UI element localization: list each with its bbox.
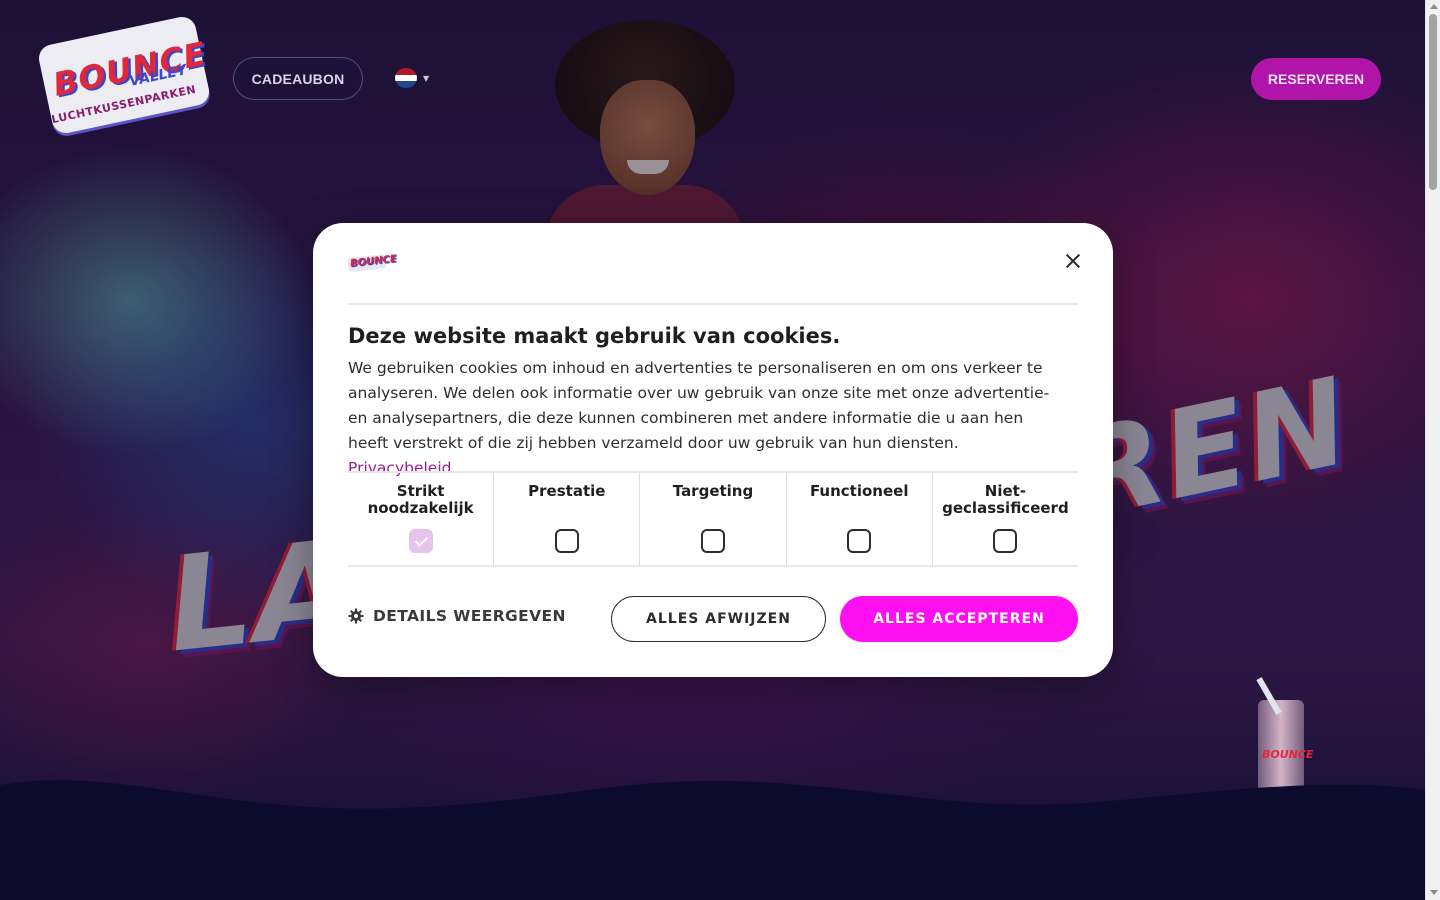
scroll-down-icon[interactable] (1430, 890, 1438, 895)
dialog-divider (348, 303, 1078, 305)
checkbox-performance[interactable] (554, 529, 579, 553)
accept-all-button[interactable]: ALLES ACCEPTEREN (840, 596, 1078, 642)
hero-wave-divider (0, 780, 1425, 900)
reserve-button[interactable]: RESERVEREN (1251, 58, 1381, 100)
scroll-up-icon[interactable] (1430, 4, 1438, 9)
checkbox-functional[interactable] (847, 529, 872, 553)
gear-icon (348, 608, 364, 624)
cookie-consent-dialog: BOUNCE Deze website maakt gebruik van co… (313, 223, 1113, 677)
category-label: Strikt noodzakelijk (367, 482, 474, 517)
checkbox-strictly-necessary (408, 529, 433, 553)
reject-all-button[interactable]: ALLES AFWIJZEN (611, 596, 826, 642)
chevron-down-icon: ▼ (423, 73, 430, 83)
category-label: Targeting (672, 482, 754, 500)
scrollbar-thumb[interactable] (1429, 14, 1437, 190)
cup-logo-text: BOUNCE (1262, 748, 1314, 761)
nl-flag-icon (395, 68, 417, 88)
show-details-button[interactable]: DETAILS WEERGEVEN (348, 607, 566, 625)
bounce-valley-logo[interactable]: BOUNCE VALLEY LUCHTKUSSENPARKEN (36, 14, 212, 136)
language-selector[interactable]: ▼ (395, 67, 440, 89)
dialog-title: Deze website maakt gebruik van cookies. (348, 324, 841, 348)
category-unclassified: Niet-geclassificeerd (933, 473, 1078, 565)
gift-card-button[interactable]: CADEAUBON (233, 57, 363, 100)
category-targeting: Targeting (640, 473, 787, 565)
dialog-body-text: We gebruiken cookies om inhoud en advert… (348, 359, 1050, 452)
dialog-description: We gebruiken cookies om inhoud en advert… (348, 356, 1063, 481)
category-label: Prestatie (528, 482, 606, 500)
checkbox-unclassified[interactable] (993, 529, 1018, 553)
show-details-label: DETAILS WEERGEVEN (373, 607, 566, 625)
category-performance: Prestatie (494, 473, 641, 565)
cookie-categories: Strikt noodzakelijk Prestatie Targeting … (348, 471, 1078, 567)
category-functional: Functioneel (787, 473, 933, 565)
category-label: Functioneel (809, 482, 909, 500)
checkbox-targeting[interactable] (701, 529, 725, 553)
dialog-logo: BOUNCE (347, 254, 397, 272)
close-icon[interactable] (1065, 253, 1081, 269)
category-strictly-necessary: Strikt noodzakelijk (348, 473, 495, 565)
page-scrollbar[interactable] (1425, 0, 1440, 900)
category-label: Niet-geclassificeerd (942, 482, 1069, 517)
